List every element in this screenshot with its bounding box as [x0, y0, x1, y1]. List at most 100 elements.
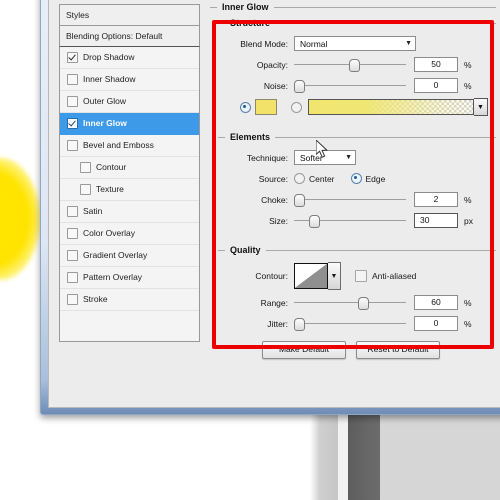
elements-section: Elements Technique: Softer ▼ Source: Cen… [216, 132, 496, 239]
slider-knob[interactable] [308, 215, 320, 228]
style-list-item[interactable]: Color Overlay [60, 223, 199, 245]
style-enable-checkbox[interactable] [67, 228, 78, 239]
source-edge-label[interactable]: Edge [366, 174, 386, 184]
style-list-item[interactable]: Inner Glow [60, 113, 199, 135]
style-enable-checkbox[interactable] [67, 250, 78, 261]
inner-glow-group-title: Inner Glow [210, 2, 496, 12]
style-list-item[interactable]: Gradient Overlay [60, 245, 199, 267]
style-enable-checkbox[interactable] [67, 140, 78, 151]
style-list-item-label: Drop Shadow [83, 52, 135, 62]
source-edge-radio[interactable] [350, 173, 362, 184]
contour-preview[interactable] [294, 263, 328, 289]
jitter-input[interactable]: 0 [414, 316, 458, 331]
contour-label: Contour: [255, 271, 288, 281]
opacity-row: Opacity: 50 % [220, 56, 492, 73]
blend-mode-value: Normal [300, 38, 328, 49]
noise-input[interactable]: 0 [414, 78, 458, 93]
gradient-fill-radio[interactable] [291, 101, 302, 113]
blend-mode-dropdown[interactable]: Normal ▼ [294, 36, 416, 51]
rule-left [210, 6, 217, 8]
styles-panel: Styles Blending Options: Default Drop Sh… [59, 4, 200, 342]
style-enable-checkbox[interactable] [67, 74, 78, 85]
structure-label: Structure [230, 18, 271, 28]
quality-body: Contour: ▼ Anti-aliased Range: 60 % Jitt… [216, 258, 496, 342]
style-list-item-label: Outer Glow [83, 96, 126, 106]
style-list-item[interactable]: Bevel and Emboss [60, 135, 199, 157]
technique-label: Technique: [246, 152, 288, 163]
quality-section: Quality Contour: ▼ Anti-aliased Range: 6… [216, 245, 496, 342]
style-effects-list[interactable]: Drop Shadow Inner Shadow Outer Glow Inner G… [59, 47, 200, 342]
source-row: Source: Center Edge [220, 170, 492, 187]
slider-knob[interactable] [294, 194, 305, 207]
style-enable-checkbox[interactable] [80, 184, 91, 195]
anti-aliased-checkbox[interactable] [355, 270, 367, 282]
quality-group-title: Quality [218, 245, 496, 255]
style-enable-checkbox[interactable] [67, 294, 78, 305]
size-row: Size: 30 px [220, 212, 492, 229]
range-row: Range: 60 % [220, 294, 492, 311]
style-enable-checkbox[interactable] [67, 52, 78, 63]
range-slider[interactable] [294, 296, 406, 310]
slider-knob[interactable] [294, 318, 305, 331]
style-list-item[interactable]: Contour [60, 157, 199, 179]
contour-chevron-down-icon[interactable]: ▼ [328, 262, 341, 290]
slider-track [294, 302, 406, 303]
quality-label: Quality [230, 245, 261, 255]
style-list-item[interactable]: Drop Shadow [60, 47, 199, 69]
jitter-row: Jitter: 0 % [220, 315, 492, 332]
style-list-item[interactable]: Texture [60, 179, 199, 201]
noise-slider[interactable] [294, 79, 406, 93]
slider-knob[interactable] [294, 80, 305, 93]
style-list-item[interactable]: Stroke [60, 289, 199, 311]
source-center-label[interactable]: Center [309, 174, 335, 184]
chevron-down-icon: ▼ [345, 154, 352, 161]
choke-slider[interactable] [294, 193, 406, 207]
range-input[interactable]: 60 [414, 295, 458, 310]
elements-label: Elements [230, 132, 271, 142]
settings-column: Inner Glow Structure Blend Mode: Normal … [208, 2, 496, 348]
glow-color-swatch[interactable] [255, 99, 277, 115]
rule-right [275, 136, 496, 138]
jitter-unit: % [464, 318, 472, 329]
styles-panel-header[interactable]: Styles [59, 4, 200, 25]
style-list-item-label: Texture [96, 184, 124, 194]
source-center-radio[interactable] [294, 173, 305, 184]
style-enable-checkbox[interactable] [67, 206, 78, 217]
chevron-down-icon: ▼ [405, 40, 412, 47]
size-input[interactable]: 30 [414, 213, 458, 228]
technique-row: Technique: Softer ▼ [220, 149, 492, 166]
style-list-item[interactable]: Satin [60, 201, 199, 223]
size-unit: px [464, 215, 473, 226]
slider-knob[interactable] [357, 297, 369, 310]
slider-track [294, 199, 406, 200]
blend-mode-row: Blend Mode: Normal ▼ [220, 35, 492, 52]
opacity-unit: % [464, 59, 472, 70]
noise-row: Noise: 0 % [220, 77, 492, 94]
color-fill-radio[interactable] [240, 101, 251, 113]
monitor-stand-dark [348, 406, 380, 500]
style-enable-checkbox[interactable] [80, 162, 91, 173]
style-enable-checkbox[interactable] [67, 96, 78, 107]
style-list-item-label: Satin [83, 206, 103, 216]
style-list-item-label: Color Overlay [83, 228, 135, 238]
blending-options-row[interactable]: Blending Options: Default [59, 25, 200, 47]
make-default-button[interactable]: Make Default [262, 341, 346, 359]
style-enable-checkbox[interactable] [67, 118, 78, 129]
style-list-item[interactable]: Outer Glow [60, 91, 199, 113]
jitter-slider[interactable] [294, 317, 406, 331]
rule-right [273, 6, 496, 8]
slider-track [294, 85, 406, 86]
style-list-item[interactable]: Inner Shadow [60, 69, 199, 91]
range-label: Range: [260, 297, 288, 308]
choke-input[interactable]: 2 [414, 192, 458, 207]
style-enable-checkbox[interactable] [67, 272, 78, 283]
style-list-item[interactable]: Pattern Overlay [60, 267, 199, 289]
gradient-chevron-down-icon[interactable]: ▼ [474, 98, 488, 116]
size-slider[interactable] [294, 214, 406, 228]
slider-knob[interactable] [348, 59, 360, 72]
anti-aliased-label[interactable]: Anti-aliased [372, 271, 416, 281]
reset-to-default-button[interactable]: Reset to Default [356, 341, 440, 359]
opacity-slider[interactable] [294, 58, 406, 72]
gradient-preview[interactable] [308, 99, 474, 115]
opacity-input[interactable]: 50 [414, 57, 458, 72]
